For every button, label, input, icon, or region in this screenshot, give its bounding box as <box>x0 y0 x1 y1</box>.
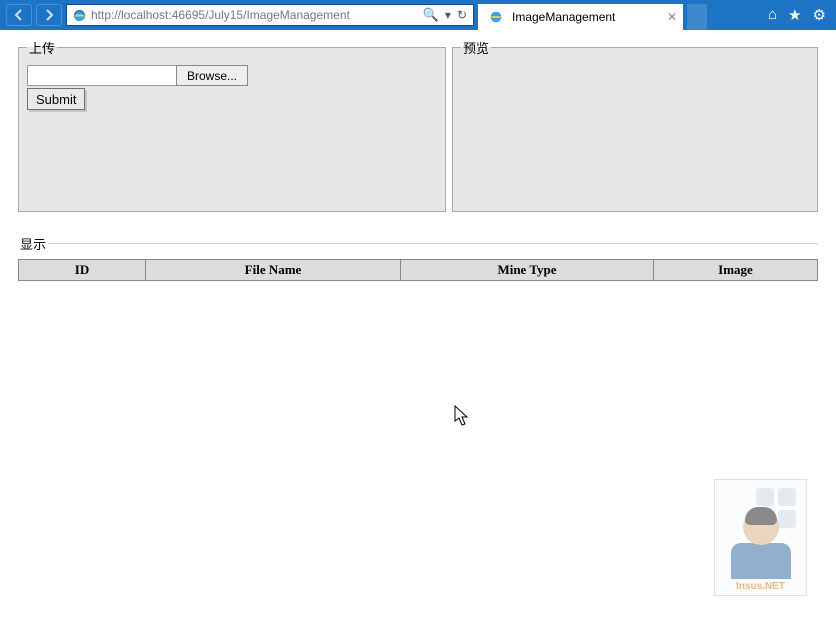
preview-legend: 预览 <box>461 38 491 57</box>
tab-close-icon[interactable]: ✕ <box>667 10 677 24</box>
chrome-right-icons: ⌂ ★ ⚙ <box>768 6 830 24</box>
col-mimetype: Mine Type <box>401 260 654 281</box>
favorites-icon[interactable]: ★ <box>788 6 801 24</box>
new-tab-button[interactable] <box>687 4 707 30</box>
home-icon[interactable]: ⌂ <box>768 6 777 24</box>
browser-tab[interactable]: ImageManagement ✕ <box>478 4 683 30</box>
file-path-input[interactable] <box>27 65 177 86</box>
watermark-text: Insus.NET <box>736 581 785 592</box>
table-header-row: ID File Name Mine Type Image <box>19 260 818 281</box>
back-button[interactable] <box>6 4 32 26</box>
preview-fieldset: 预览 <box>452 38 818 212</box>
col-id: ID <box>19 260 146 281</box>
refresh-icon[interactable]: ↻ <box>457 8 467 22</box>
address-bar[interactable]: 🔍 ▾ ↻ <box>66 4 474 26</box>
ie-logo-icon <box>70 6 88 24</box>
address-icons: 🔍 ▾ ↻ <box>417 7 473 23</box>
col-filename: File Name <box>146 260 401 281</box>
data-grid: ID File Name Mine Type Image <box>18 259 818 281</box>
col-image: Image <box>654 260 818 281</box>
upload-legend: 上传 <box>27 38 57 57</box>
browser-toolbar: 🔍 ▾ ↻ ImageManagement ✕ ⌂ ★ ⚙ <box>0 0 836 30</box>
page-content: 上传 Browse... Submit 预览 显示 ID File Name M… <box>0 30 836 624</box>
tab-favicon-icon <box>487 8 505 26</box>
submit-button[interactable]: Submit <box>27 88 85 110</box>
search-icon[interactable]: 🔍 <box>423 7 439 23</box>
tab-title: ImageManagement <box>512 10 615 24</box>
forward-button[interactable] <box>36 4 62 26</box>
settings-icon[interactable]: ⚙ <box>813 6 826 24</box>
display-legend: 显示 <box>18 234 48 253</box>
url-input[interactable] <box>91 8 417 22</box>
dropdown-icon[interactable]: ▾ <box>445 8 451 22</box>
upload-fieldset: 上传 Browse... Submit <box>18 38 446 212</box>
browse-button[interactable]: Browse... <box>176 65 248 86</box>
display-fieldset: 显示 ID File Name Mine Type Image <box>18 234 818 281</box>
mouse-cursor-icon <box>454 405 470 427</box>
watermark: Insus.NET <box>714 479 807 596</box>
